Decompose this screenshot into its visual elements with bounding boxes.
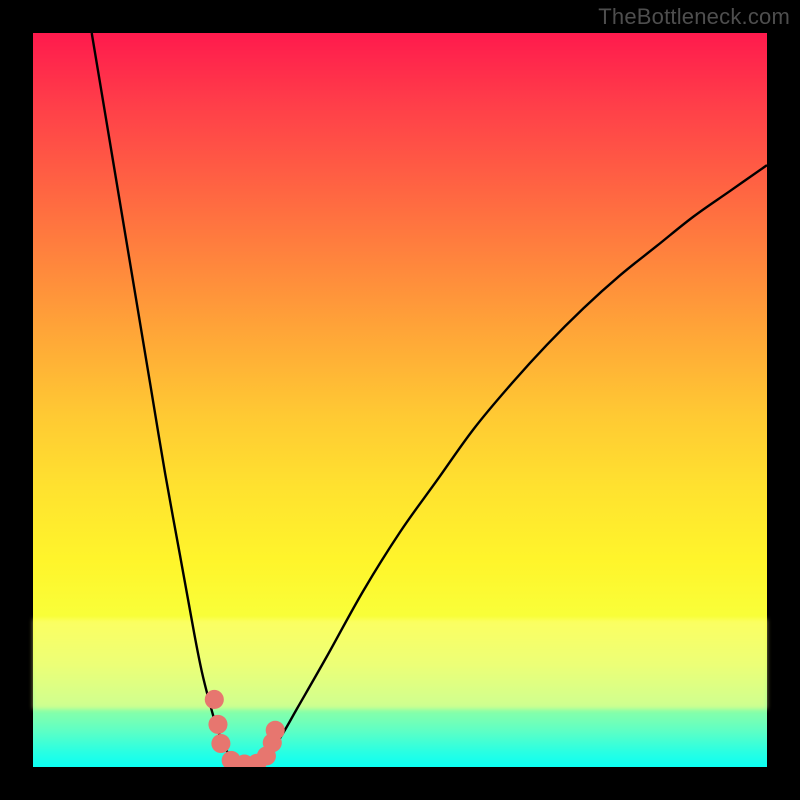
right-curve <box>261 165 767 765</box>
chart-frame: TheBottleneck.com <box>0 0 800 800</box>
watermark-text: TheBottleneck.com <box>598 4 790 30</box>
marker-group <box>205 690 285 767</box>
plot-area <box>33 33 767 767</box>
curves-svg <box>33 33 767 767</box>
left-curve <box>92 33 239 765</box>
data-marker <box>211 734 230 753</box>
data-marker <box>205 690 224 709</box>
data-marker <box>266 721 285 740</box>
data-marker <box>208 715 227 734</box>
